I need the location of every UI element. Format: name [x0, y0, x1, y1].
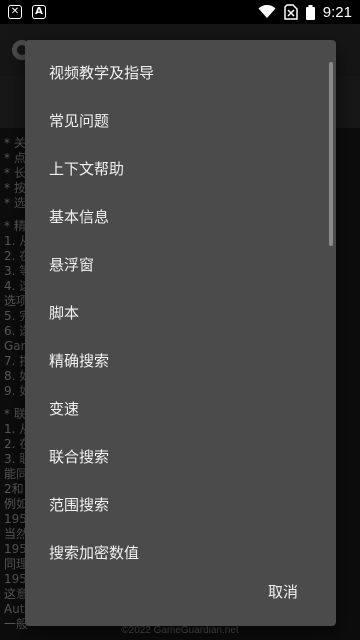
help-menu-list: 视频教学及指导 常见问题 上下文帮助 基本信息 悬浮窗 脚本 精确搜索 变速 联合搜索 范围搜索搜… [25, 48, 336, 576]
close-box-icon: ✕ [8, 5, 22, 19]
no-sim-icon [284, 4, 298, 20]
status-time: 9:21 [322, 3, 352, 21]
menu-item[interactable]: 范围搜索 [25, 480, 336, 528]
menu-item[interactable]: 视频教学及指导 [25, 48, 336, 96]
menu-item[interactable]: 联合搜索 [25, 432, 336, 480]
menu-item[interactable]: 悬浮窗 [25, 240, 336, 288]
menu-item[interactable]: 常见问题 [25, 96, 336, 144]
screen: ✕ A 9:21 * 关 * 点 * 长 * 按 * 选 * 精 1. 从 2. 在 3. 等4… [0, 0, 360, 640]
a-box-icon: A [32, 5, 46, 19]
system-icons: 9:21 [258, 4, 352, 21]
battery-icon [305, 4, 315, 20]
help-menu-dialog: 视频教学及指导 常见问题 上下文帮助 基本信息 悬浮窗 脚本 精确搜索 变速 联合搜索 范围搜索搜… [25, 40, 336, 626]
status-bar: ✕ A 9:21 [0, 0, 360, 24]
cancel-button[interactable]: 取消 [264, 577, 302, 606]
menu-item[interactable]: 精确搜索 [25, 336, 336, 384]
scrollbar-thumb[interactable] [329, 62, 333, 246]
menu-item[interactable]: 上下文帮助 [25, 144, 336, 192]
wifi-icon [258, 5, 276, 18]
menu-item[interactable]: 搜索加密数值 [25, 528, 336, 576]
notification-icons: ✕ A [8, 5, 46, 19]
menu-item[interactable]: 脚本 [25, 288, 336, 336]
menu-item[interactable]: 基本信息 [25, 192, 336, 240]
menu-item[interactable]: 变速 [25, 384, 336, 432]
